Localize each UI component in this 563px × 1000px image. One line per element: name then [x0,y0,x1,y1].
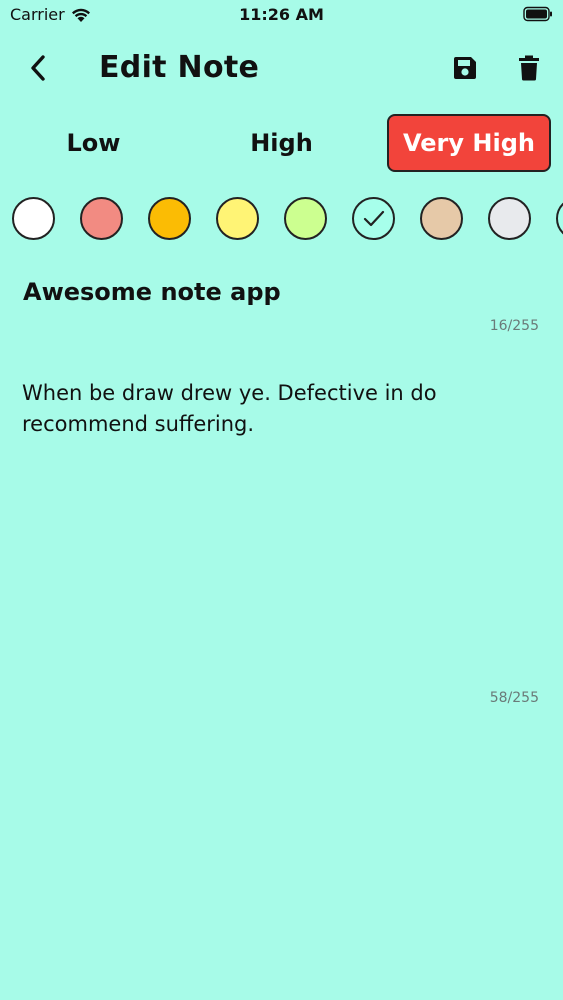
app-header: Edit Note [0,40,563,95]
title-char-counter: 16/255 [489,318,539,334]
floppy-disk-icon [454,57,476,79]
color-swatch-orange[interactable] [148,197,191,240]
color-swatch-red[interactable] [80,197,123,240]
priority-selector: Low High Very High [0,114,563,174]
color-swatch-partial[interactable] [556,197,563,240]
color-picker [0,195,563,245]
color-swatch-green[interactable] [284,197,327,240]
color-swatch-brown[interactable] [420,197,463,240]
trash-icon [519,55,539,81]
priority-high-tab[interactable]: High [188,114,375,172]
priority-very-high-tab[interactable]: Very High [387,114,551,172]
checkmark-icon [363,210,384,226]
priority-low-tab[interactable]: Low [0,114,187,172]
delete-button[interactable] [509,48,549,88]
color-swatch-gray[interactable] [488,197,531,240]
color-swatch-white[interactable] [12,197,55,240]
color-swatch-yellow[interactable] [216,197,259,240]
back-button[interactable] [18,48,58,88]
chevron-left-icon [31,55,45,81]
battery-icon [523,6,552,22]
note-body-input[interactable]: When be draw drew ye. Defective in do re… [22,378,532,440]
save-button[interactable] [445,48,485,88]
note-title-input[interactable]: Awesome note app [23,272,543,312]
page-title: Edit Note [99,50,260,85]
status-bar: Carrier 11:26 AM [0,0,563,30]
body-char-counter: 58/255 [489,690,539,706]
status-time: 11:26 AM [239,5,324,24]
color-swatch-teal-selected[interactable] [352,197,395,240]
